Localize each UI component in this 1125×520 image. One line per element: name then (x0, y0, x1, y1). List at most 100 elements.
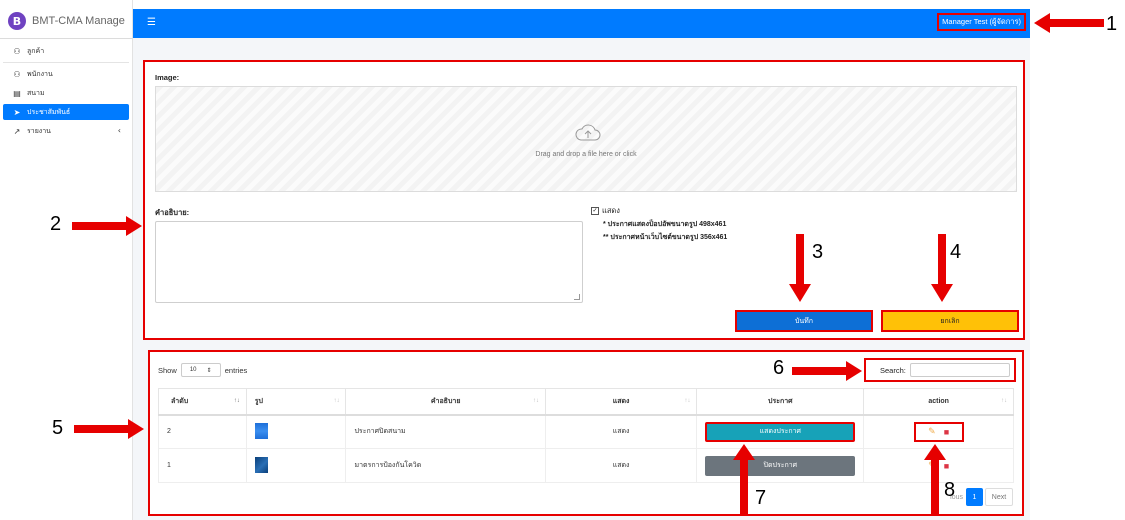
page-button[interactable]: 1 (966, 488, 983, 506)
column-header-action[interactable]: action ↑↓ (863, 388, 1014, 416)
divider (3, 62, 129, 63)
edit-icon[interactable]: ✎ (928, 426, 936, 437)
save-button[interactable]: บันทึก (735, 310, 873, 332)
image-cell (245, 448, 347, 483)
description-label: คำอธิบาย: (155, 208, 190, 217)
user-menu[interactable]: Manager Test (ผู้จัดการ) (937, 13, 1026, 31)
sidebar-item-staff[interactable]: ⚇ พนักงาน (3, 66, 129, 82)
entries-value: 10 (189, 367, 197, 373)
resize-handle[interactable] (574, 294, 580, 300)
sort-icon: ↑↓ (532, 398, 539, 404)
announce-cell: แสดงประกาศ (696, 414, 865, 449)
callout-arrow-2 (72, 216, 142, 236)
column-header-description[interactable]: คำอธิบาย ↑↓ (345, 388, 546, 416)
brand-name: BMT-CMA Manage (32, 15, 125, 27)
callout-arrow-5 (74, 419, 144, 439)
popup-size-note: * ประกาศแสดงป็อปอัพขนาดรูป 498x461 (603, 221, 727, 228)
description-cell: ประกาศปิดสนาม (345, 414, 546, 449)
sidebar-nav: ⚇ ลูกค้า ⚇ พนักงาน ▤ สนาม ➤ ประชาสัมพันธ… (3, 43, 129, 142)
row-actions: ✎ ■ (913, 421, 964, 442)
brand-logo: B (8, 12, 26, 30)
sidebar-item-label: ลูกค้า (27, 46, 45, 55)
brand[interactable]: B BMT-CMA Manage (8, 8, 133, 34)
dropzone-text: Drag and drop a file here or click (535, 151, 637, 158)
column-header-image[interactable]: รูป ↑↓ (245, 388, 347, 416)
callout-arrow-1 (1034, 13, 1104, 33)
description-cell: มาตรการป้องกันโควิด (345, 448, 546, 483)
callout-arrow-7 (733, 444, 755, 516)
website-size-note: ** ประกาศหน้าเว็บไซต์ขนาดรูป 356x461 (603, 234, 728, 241)
order-cell: 1 (158, 448, 247, 483)
sidebar-item-label: ประชาสัมพันธ์ (27, 107, 71, 116)
column-header-show[interactable]: แสดง ↑↓ (544, 388, 698, 416)
callout-number-5: 5 (52, 417, 64, 439)
callout-number-4: 4 (950, 241, 962, 263)
callout-arrow-3 (789, 234, 811, 302)
description-input[interactable] (155, 221, 583, 303)
sort-icon: ↑↓ (333, 398, 340, 404)
screen: B BMT-CMA Manage ⚇ ลูกค้า ⚇ พนักงาน ▤ สน… (0, 0, 1125, 520)
announce-cell: ปิดประกาศ (696, 448, 865, 483)
sidebar-item-label: รายงาน (27, 126, 51, 135)
image-label: Image: (155, 73, 180, 82)
entries-select[interactable]: 10 ⇕ (180, 363, 221, 377)
trash-icon[interactable]: ■ (944, 427, 949, 437)
search-box: Search: (864, 358, 1016, 382)
show-label: Show (158, 365, 177, 375)
column-header-announce[interactable]: ประกาศ (696, 388, 865, 416)
callout-number-1: 1 (1106, 13, 1118, 35)
announcements-table: ลำดับ ↑↓ รูป ↑↓ คำอธิบาย ↑↓ แสดง ↑↓ ประก… (158, 388, 1014, 483)
announcement-thumbnail[interactable] (254, 456, 268, 473)
callout-number-8: 8 (944, 479, 956, 501)
table-row: 1 มาตรการป้องกันโควิด แสดง ปิดประกาศ ✎ ■ (158, 448, 1014, 483)
show-cell: แสดง (544, 448, 698, 483)
hide-announcement-button[interactable]: ปิดประกาศ (705, 455, 856, 476)
entries-selector: Show 10 ⇕ entries (158, 363, 247, 377)
sidebar-item-reports[interactable]: ↗ รายงาน ‹ (3, 123, 129, 139)
show-checkbox[interactable]: ✓ (591, 207, 599, 215)
announcement-thumbnail[interactable] (254, 422, 268, 439)
announcements-table-card: Show 10 ⇕ entries Search: ลำดับ ↑↓ รูป ↑… (148, 350, 1024, 516)
cloud-upload-icon (575, 124, 601, 141)
entries-label: entries (224, 365, 248, 375)
show-announcement-button[interactable]: แสดงประกาศ (705, 421, 856, 442)
image-dropzone[interactable]: Drag and drop a file here or click (155, 86, 1017, 192)
search-label: Search: (880, 365, 906, 375)
show-checkbox-label: แสดง (602, 206, 620, 215)
sidebar-item-label: พนักงาน (27, 69, 53, 78)
topbar: ☰ Manager Test (ผู้จัดการ) (133, 9, 1030, 38)
chevron-left-icon: ‹ (117, 126, 121, 135)
order-cell: 2 (158, 414, 247, 449)
sort-icon: ↑↓ (684, 398, 691, 404)
sidebar: B BMT-CMA Manage ⚇ ลูกค้า ⚇ พนักงาน ▤ สน… (0, 0, 133, 520)
users-icon: ⚇ (13, 46, 21, 56)
sidebar-item-customers[interactable]: ⚇ ลูกค้า (3, 43, 129, 59)
search-input[interactable] (909, 363, 1010, 377)
show-cell: แสดง (544, 414, 698, 449)
sort-icon: ↑↓ (1001, 398, 1007, 404)
sidebar-item-label: สนาม (27, 88, 45, 97)
callout-number-2: 2 (50, 213, 62, 235)
cancel-button[interactable]: ยกเลิก (881, 310, 1019, 332)
announcement-form: Image: Drag and drop a file here or clic… (143, 60, 1025, 340)
callout-number-3: 3 (812, 241, 824, 263)
callout-number-6: 6 (773, 357, 785, 379)
divider (0, 38, 133, 39)
send-icon: ➤ (13, 107, 21, 117)
show-checkbox-row[interactable]: ✓ แสดง (591, 205, 620, 217)
table-row: 2 ประกาศปิดสนาม แสดง แสดงประกาศ ✎ ■ (158, 414, 1014, 449)
staff-icon: ⚇ (13, 69, 21, 79)
menu-icon[interactable]: ☰ (147, 17, 156, 28)
sidebar-item-announcements[interactable]: ➤ ประชาสัมพันธ์ (3, 104, 129, 120)
callout-number-7: 7 (755, 487, 767, 509)
chart-icon: ↗ (13, 126, 21, 136)
sidebar-item-fields[interactable]: ▤ สนาม (3, 85, 129, 101)
field-icon: ▤ (13, 88, 21, 98)
callout-arrow-6 (792, 361, 862, 381)
select-arrows-icon: ⇕ (206, 367, 212, 374)
next-page-button[interactable]: Next (985, 488, 1013, 506)
table-header-row: ลำดับ ↑↓ รูป ↑↓ คำอธิบาย ↑↓ แสดง ↑↓ ประก… (158, 388, 1014, 416)
column-header-order[interactable]: ลำดับ ↑↓ (158, 388, 247, 416)
sort-icon: ↑↓ (233, 398, 240, 404)
image-cell (245, 414, 347, 449)
